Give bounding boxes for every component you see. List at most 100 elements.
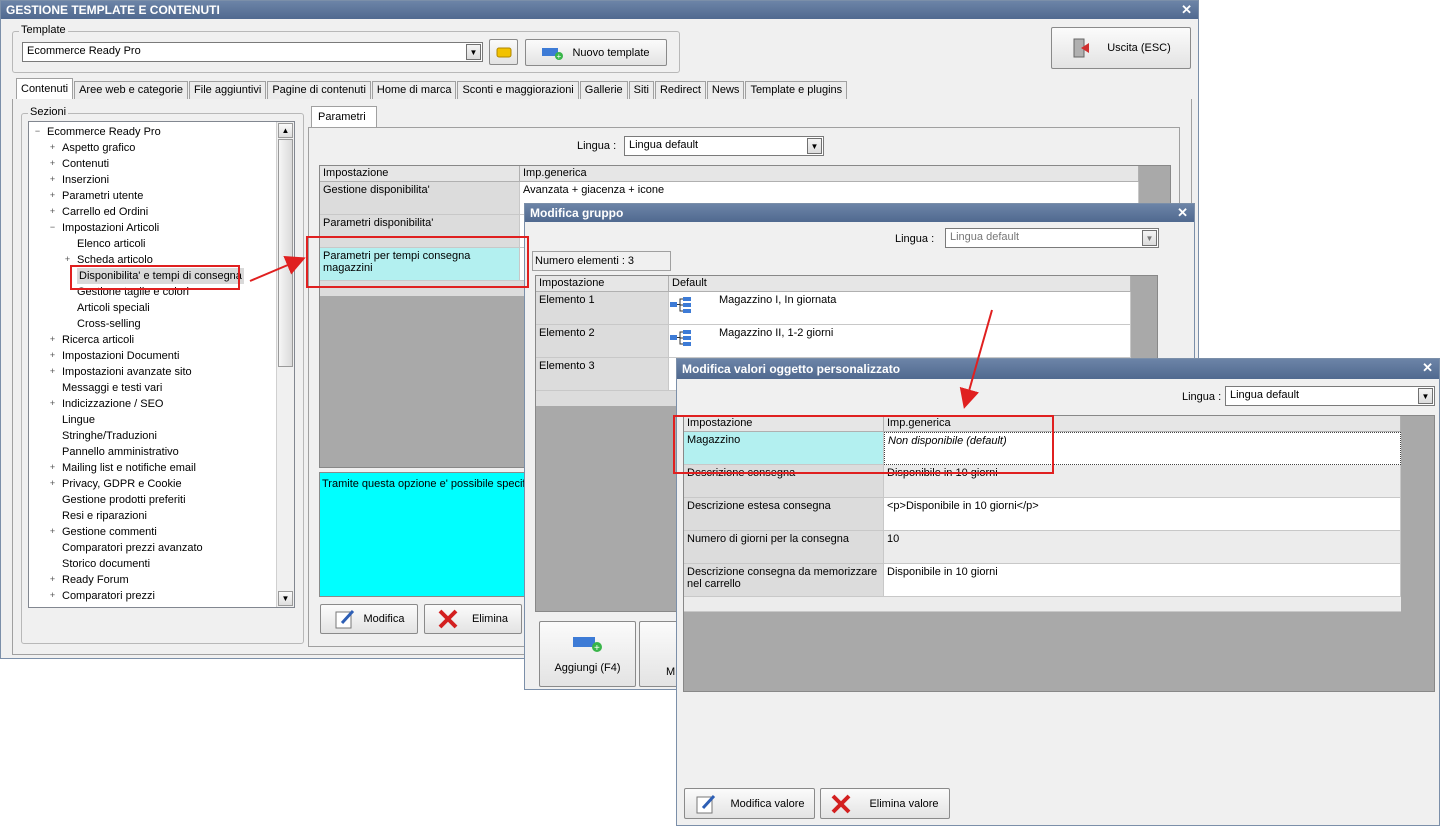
expand-icon[interactable]: + (48, 591, 57, 600)
tree-node[interactable]: Cross-selling (77, 316, 141, 332)
expand-icon[interactable]: + (48, 335, 57, 344)
custom-row-label[interactable]: Descrizione consegna da memorizzare nel … (684, 564, 884, 597)
modifica-button[interactable]: Modifica (320, 604, 418, 634)
template-select[interactable]: Ecommerce Ready Pro ▼ (22, 42, 483, 62)
expand-icon[interactable]: + (48, 175, 57, 184)
expand-icon[interactable]: + (48, 351, 57, 360)
tree-node[interactable]: Ecommerce Ready Pro (47, 124, 161, 140)
close-icon[interactable]: ✕ (1422, 360, 1433, 376)
annotation-box-tree (70, 265, 240, 290)
tree-node[interactable]: Parametri utente (62, 188, 143, 204)
custom-row-value[interactable]: 10 (884, 531, 1401, 564)
tree-node[interactable]: Articoli speciali (77, 300, 150, 316)
tree-node[interactable]: Impostazioni Articoli (62, 220, 159, 236)
tree-node[interactable]: Mailing list e notifiche email (62, 460, 196, 476)
group-row-value[interactable]: Magazzino I, In giornata (669, 292, 1131, 325)
new-template-button[interactable]: + Nuovo template (525, 39, 667, 66)
collapse-icon[interactable]: − (48, 223, 57, 232)
group-row-label[interactable]: Elemento 1 (536, 292, 669, 325)
expand-icon[interactable]: + (48, 159, 57, 168)
delete-value-button[interactable]: Elimina valore (820, 788, 950, 819)
open-folder-button[interactable] (489, 39, 518, 65)
scroll-down-icon[interactable]: ▼ (278, 591, 293, 606)
expand-icon[interactable]: + (48, 207, 57, 216)
chevron-down-icon[interactable]: ▼ (807, 138, 822, 154)
tree-node[interactable]: Gestione commenti (62, 524, 157, 540)
edit-pencil-icon (696, 794, 715, 813)
tree-node[interactable]: Messaggi e testi vari (62, 380, 162, 396)
add-screen-icon: + (572, 637, 602, 654)
tree-node[interactable]: Contenuti (62, 156, 109, 172)
grid-header-impostazione: Impostazione (320, 166, 520, 182)
group-row-label[interactable]: Elemento 3 (536, 358, 669, 391)
expand-icon[interactable]: + (48, 479, 57, 488)
tree-node[interactable]: Stringhe/Traduzioni (62, 428, 157, 444)
custom-row-value[interactable]: Disponibile in 10 giorni (884, 564, 1401, 597)
custom-row-value[interactable]: <p>Disponibile in 10 giorni</p> (884, 498, 1401, 531)
expand-icon[interactable]: + (48, 527, 57, 536)
tab-gallerie[interactable]: Gallerie (579, 81, 628, 99)
tab-siti[interactable]: Siti (628, 81, 654, 99)
tab-aree-web-e-categorie[interactable]: Aree web e categorie (74, 81, 189, 99)
params-tabs: Parametri (311, 106, 378, 127)
tab-news[interactable]: News (706, 81, 745, 99)
expand-icon[interactable]: + (48, 143, 57, 152)
tree-node[interactable]: Lingue (62, 412, 95, 428)
close-icon[interactable]: ✕ (1177, 205, 1188, 221)
custom-lingua-select[interactable]: Lingua default ▼ (1225, 386, 1435, 406)
tree-node[interactable]: Elenco articoli (77, 236, 145, 252)
tab-redirect[interactable]: Redirect (654, 81, 706, 99)
tree-node[interactable]: Aspetto grafico (62, 140, 135, 156)
custom-row-label[interactable]: Numero di giorni per la consegna (684, 531, 884, 564)
tree-node[interactable]: Ready Forum (62, 572, 129, 588)
chevron-down-icon[interactable]: ▼ (466, 44, 481, 60)
tab-parametri[interactable]: Parametri (311, 106, 377, 127)
folder-icon (496, 47, 511, 58)
scroll-thumb[interactable] (278, 139, 293, 367)
expand-icon[interactable]: + (48, 367, 57, 376)
tree-node[interactable]: Comparatori prezzi (62, 588, 155, 604)
tree-node[interactable]: Indicizzazione / SEO (62, 396, 164, 412)
tab-template-e-plugins[interactable]: Template e plugins (745, 81, 848, 99)
edit-value-label: Modifica valore (730, 797, 805, 810)
grid-row-label[interactable]: Gestione disponibilita' (320, 182, 520, 215)
lingua-select[interactable]: Lingua default ▼ (624, 136, 824, 156)
add-element-button[interactable]: + Aggiungi (F4) (539, 621, 636, 687)
tree-node[interactable]: Inserzioni (62, 172, 109, 188)
expand-icon[interactable]: + (48, 399, 57, 408)
tree-node[interactable]: Resi e riparazioni (62, 508, 147, 524)
tree-node[interactable]: Impostazioni Documenti (62, 348, 179, 364)
tree-node[interactable]: Privacy, GDPR e Cookie (62, 476, 182, 492)
chevron-down-icon[interactable]: ▼ (1142, 230, 1157, 246)
scroll-up-icon[interactable]: ▲ (278, 123, 293, 138)
exit-button[interactable]: Uscita (ESC) (1051, 27, 1191, 69)
expand-icon[interactable]: + (63, 255, 72, 264)
elimina-button[interactable]: Elimina (424, 604, 522, 634)
sections-tree[interactable]: Comparatori prezzi Ready Forum Storico doc… (28, 121, 295, 608)
tree-node[interactable]: Carrello ed Ordini (62, 204, 148, 220)
tree-scrollbar[interactable]: ▲ ▼ (276, 122, 294, 607)
tree-node[interactable]: Impostazioni avanzate sito (62, 364, 192, 380)
edit-value-button[interactable]: Modifica valore (684, 788, 815, 819)
expand-icon[interactable]: + (48, 575, 57, 584)
tree-node[interactable]: Gestione prodotti preferiti (62, 492, 186, 508)
expand-icon[interactable]: + (48, 191, 57, 200)
tab-pagine-di-contenuti[interactable]: Pagine di contenuti (267, 81, 371, 99)
tab-home-di-marca[interactable]: Home di marca (371, 81, 457, 99)
tree-node[interactable]: Ricerca articoli (62, 332, 134, 348)
lingua-label: Lingua : (577, 140, 617, 152)
collapse-icon[interactable]: − (33, 127, 42, 136)
close-icon[interactable]: ✕ (1181, 2, 1192, 18)
expand-icon[interactable]: + (48, 463, 57, 472)
custom-row-label[interactable]: Descrizione estesa consegna (684, 498, 884, 531)
tree-node[interactable]: Storico documenti (62, 556, 150, 572)
tab-file-aggiuntivi[interactable]: File aggiuntivi (189, 81, 267, 99)
tab-sconti-e-maggiorazioni[interactable]: Sconti e maggiorazioni (457, 81, 579, 99)
tree-node[interactable]: Comparatori prezzi avanzato (62, 540, 203, 556)
tree-node[interactable]: Pannello amministrativo (62, 444, 179, 460)
tab-contenuti[interactable]: Contenuti (16, 78, 74, 99)
group-row-value[interactable]: Magazzino II, 1-2 giorni (669, 325, 1131, 358)
group-row-label[interactable]: Elemento 2 (536, 325, 669, 358)
chevron-down-icon[interactable]: ▼ (1418, 388, 1433, 404)
group-lingua-select[interactable]: Lingua default ▼ (945, 228, 1159, 248)
